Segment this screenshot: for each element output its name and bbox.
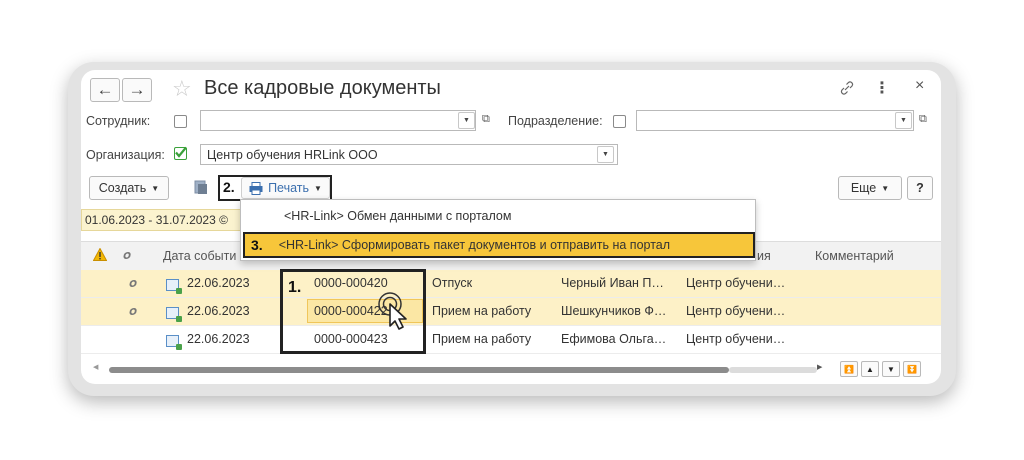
department-field[interactable] bbox=[636, 110, 914, 131]
cell-date: 22.06.2023 bbox=[187, 276, 250, 290]
cell-organization: Центр обучени… bbox=[686, 304, 786, 318]
printer-icon bbox=[249, 181, 263, 195]
chevron-down-icon[interactable]: ▼ bbox=[597, 146, 614, 163]
document-icon bbox=[166, 335, 182, 350]
open-icon[interactable]: ⧉ bbox=[919, 113, 927, 126]
cell-employee: Шешкунчиков Ф… bbox=[561, 304, 667, 318]
cell-organization: Центр обучени… bbox=[686, 276, 786, 290]
document-structure-icon[interactable] bbox=[194, 179, 208, 195]
column-header-organization[interactable]: ия bbox=[757, 249, 771, 263]
chevron-down-icon: ▼ bbox=[314, 183, 322, 193]
attachment-icon: 𝒐 bbox=[129, 303, 137, 318]
employee-field[interactable] bbox=[200, 110, 476, 131]
document-icon bbox=[166, 279, 182, 294]
cell-date: 22.06.2023 bbox=[187, 304, 250, 318]
cell-employee: Ефимова Ольга… bbox=[561, 332, 667, 346]
chevron-down-icon[interactable]: ▼ bbox=[458, 112, 475, 129]
employee-checkbox[interactable] bbox=[174, 115, 187, 128]
forward-button[interactable]: → bbox=[122, 78, 152, 102]
cell-employee: Черный Иван П… bbox=[561, 276, 664, 290]
cell-type: Прием на работу bbox=[432, 332, 532, 346]
cell-date: 22.06.2023 bbox=[187, 332, 250, 346]
print-menu: <HR-Link> Обмен данными с порталом 3. <H… bbox=[240, 199, 756, 261]
cell-organization: Центр обучени… bbox=[686, 332, 786, 346]
cell-type: Прием на работу bbox=[432, 304, 532, 318]
chevron-down-icon: ▼ bbox=[151, 183, 160, 193]
arrow-right-icon: → bbox=[128, 80, 146, 99]
scroll-right-icon[interactable]: ▶ bbox=[817, 363, 822, 371]
attachment-icon: 𝒐 bbox=[129, 275, 137, 290]
help-button[interactable]: ? bbox=[907, 176, 933, 200]
menu-item-exchange[interactable]: <HR-Link> Обмен данными с порталом bbox=[241, 204, 755, 228]
step-3-marker: 3. bbox=[251, 237, 263, 253]
back-button[interactable]: ← bbox=[90, 78, 120, 102]
column-header-date[interactable]: Дата событи bbox=[163, 249, 236, 263]
table-row[interactable]: 22.06.2023 0000-000423 Прием на работу Е… bbox=[81, 326, 941, 354]
scroll-up-button[interactable]: ▲ bbox=[861, 361, 879, 377]
arrow-left-icon: ← bbox=[96, 80, 114, 99]
scroll-down-button[interactable]: ▼ bbox=[882, 361, 900, 377]
period-selector[interactable]: 01.06.2023 - 31.07.2023 © bbox=[81, 209, 253, 231]
print-button[interactable]: Печать ▼ bbox=[241, 177, 330, 199]
horizontal-scrollbar[interactable]: ◀ ▶ ⏫ ▲ ▼ ⏬ bbox=[81, 359, 941, 381]
attachment-icon: 𝒐 bbox=[123, 247, 131, 262]
checkmark-icon bbox=[175, 146, 187, 158]
chevron-down-icon: ▼ bbox=[881, 183, 890, 193]
cursor-click-icon bbox=[376, 290, 422, 333]
favorite-star-icon[interactable]: ☆ bbox=[172, 76, 192, 102]
department-checkbox[interactable] bbox=[613, 115, 626, 128]
scroll-to-top-button[interactable]: ⏫ bbox=[840, 361, 858, 377]
scrollbar-thumb[interactable] bbox=[109, 367, 729, 373]
column-header-comment[interactable]: Комментарий bbox=[815, 249, 894, 263]
table-row[interactable]: 𝒐 22.06.2023 0000-000422 Прием на работу… bbox=[81, 298, 941, 326]
scroll-left-icon[interactable]: ◀ bbox=[93, 363, 98, 371]
page-title: Все кадровые документы bbox=[204, 77, 441, 99]
organization-label: Организация: bbox=[86, 148, 165, 162]
document-icon bbox=[166, 307, 182, 322]
warning-icon bbox=[92, 247, 108, 264]
employee-label: Сотрудник: bbox=[86, 114, 151, 128]
menu-item-send-package[interactable]: 3. <HR-Link> Сформировать пакет документ… bbox=[243, 232, 755, 258]
create-button[interactable]: Создать ▼ bbox=[89, 176, 169, 200]
chevron-down-icon[interactable]: ▼ bbox=[895, 112, 912, 129]
close-icon[interactable]: × bbox=[915, 77, 924, 95]
organization-field[interactable]: Центр обучения HRLink ООО bbox=[200, 144, 618, 165]
organization-checkbox[interactable] bbox=[174, 146, 187, 160]
open-icon[interactable]: ⧉ bbox=[482, 113, 490, 126]
more-menu-icon[interactable]: ⋮ bbox=[874, 78, 890, 98]
app-window: ← → ☆ Все кадровые документы ⋮ × Сотрудн… bbox=[81, 70, 941, 384]
table-row[interactable]: 𝒐 22.06.2023 0000-000420 Отпуск Черный И… bbox=[81, 270, 941, 298]
link-icon[interactable] bbox=[839, 80, 855, 99]
more-button[interactable]: Еще ▼ bbox=[838, 176, 902, 200]
step-2-marker: 2. bbox=[223, 179, 235, 195]
department-label: Подразделение: bbox=[508, 114, 603, 128]
scroll-to-bottom-button[interactable]: ⏬ bbox=[903, 361, 921, 377]
scrollbar-track bbox=[729, 367, 817, 373]
cell-type: Отпуск bbox=[432, 276, 473, 290]
step-1-marker: 1. bbox=[288, 279, 302, 296]
